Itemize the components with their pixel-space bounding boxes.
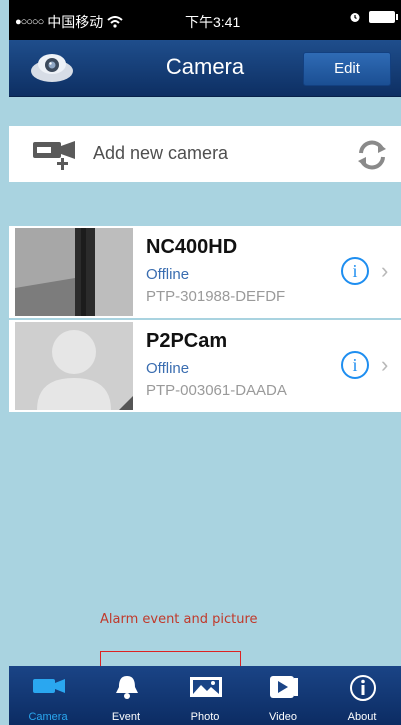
edit-button[interactable]: Edit [303, 52, 391, 86]
carrier-name: 中国移动 [47, 14, 104, 30]
refresh-icon[interactable] [355, 138, 389, 172]
tab-label: Event [111, 711, 141, 723]
tab-label: About [347, 711, 377, 723]
tab-label: Video [269, 711, 297, 723]
app-screen: ●○○○○ 中国移动 下午3:41 Camera Edit Add new ca… [9, 0, 401, 725]
tab-label: Camera [28, 711, 68, 723]
tab-bar: Camera Event Photo Video About [9, 666, 401, 725]
navigation-bar: Camera Edit [9, 40, 401, 97]
tab-about[interactable]: About [323, 666, 401, 725]
camera-icon [33, 679, 65, 693]
chevron-right-icon[interactable]: › [381, 258, 388, 284]
camera-name: P2PCam [146, 330, 228, 352]
camera-thumbnail [15, 322, 133, 410]
info-icon[interactable]: i [341, 257, 369, 285]
battery-icon [369, 11, 398, 23]
photo-icon [190, 677, 222, 697]
wifi-icon [107, 16, 123, 28]
status-bar: ●○○○○ 中国移动 下午3:41 [9, 0, 401, 40]
camera-uid: PTP-003061-DAADA [146, 382, 287, 399]
camera-list-item[interactable]: P2PCam Offline PTP-003061-DAADA i › [9, 320, 401, 412]
carrier-info: ●○○○○ 中国移动 [15, 12, 123, 32]
tab-video[interactable]: Video [244, 666, 322, 725]
signal-strength: ●○○○○ [15, 16, 44, 28]
alarm-icon [350, 13, 360, 22]
video-icon [270, 676, 298, 698]
camera-list-item[interactable]: NC400HD Offline PTP-301988-DEFDF i › [9, 226, 401, 318]
info-icon[interactable]: i [341, 351, 369, 379]
tab-event[interactable]: Event [87, 666, 165, 725]
bell-icon [116, 676, 138, 699]
add-camera-row[interactable]: Add new camera [9, 126, 401, 182]
camera-thumbnail [15, 228, 133, 316]
add-camera-label: Add new camera [93, 143, 229, 163]
add-camera-icon [33, 141, 75, 170]
tab-label: Photo [190, 711, 220, 723]
tab-camera[interactable]: Camera [9, 666, 87, 725]
annotation-text: Alarm event and picture [100, 612, 258, 627]
status-right [349, 11, 398, 23]
camera-uid: PTP-301988-DEFDF [146, 288, 286, 305]
status-time: 下午3:41 [185, 14, 241, 30]
camera-status: Offline [146, 266, 190, 283]
camera-status: Offline [146, 360, 190, 377]
chevron-right-icon[interactable]: › [381, 352, 388, 378]
info-icon [350, 675, 376, 701]
tab-photo[interactable]: Photo [166, 666, 244, 725]
camera-name: NC400HD [146, 236, 238, 258]
